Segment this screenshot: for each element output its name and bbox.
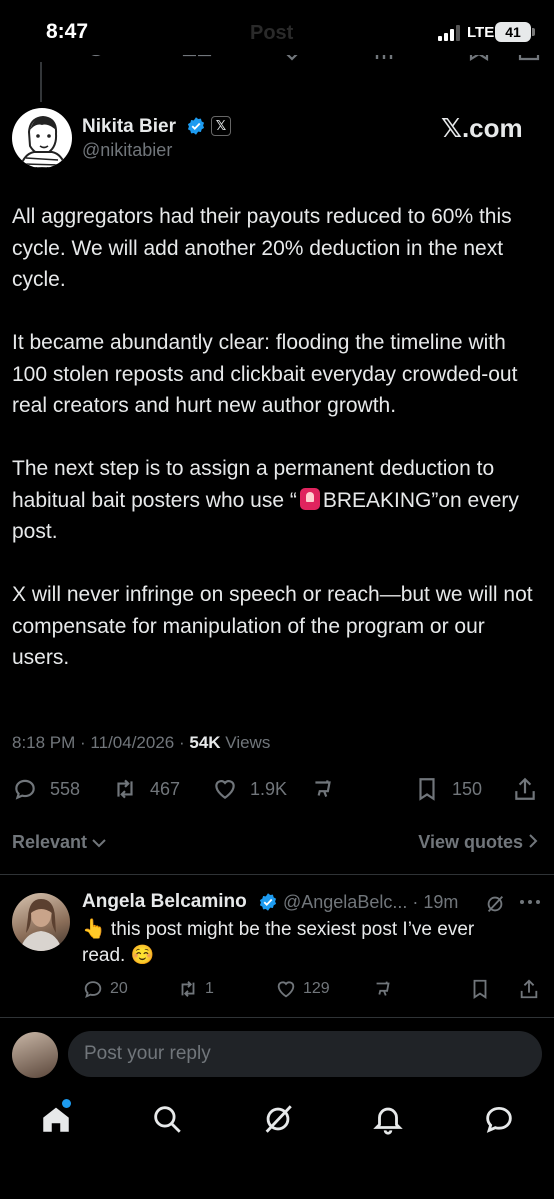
grok-icon xyxy=(376,981,390,996)
tweet-text: All aggregators had their payouts reduce… xyxy=(12,201,542,705)
share-button[interactable] xyxy=(512,774,538,804)
tweet-paragraph: It became abundantly clear: flooding the… xyxy=(12,331,518,417)
reply-button[interactable]: 558 xyxy=(12,774,80,804)
tab-messages[interactable] xyxy=(482,1102,516,1136)
like-icon xyxy=(277,981,295,998)
views-count: 54K xyxy=(189,733,221,752)
grok-button[interactable] xyxy=(372,976,394,1002)
home-unread-dot xyxy=(62,1099,71,1108)
battery-icon: 41 xyxy=(495,22,535,42)
reply-icon xyxy=(15,779,35,800)
affiliation-label[interactable]: 𝕏.com xyxy=(441,113,523,144)
like-icon xyxy=(215,780,235,799)
reply-author-name[interactable]: Angela Belcamino xyxy=(82,891,247,913)
thread-line xyxy=(40,62,42,102)
like-count: 129 xyxy=(303,980,330,997)
my-avatar[interactable] xyxy=(12,1032,58,1078)
reply-composer xyxy=(0,1018,554,1090)
avatar-photo xyxy=(20,899,62,951)
grok-icon[interactable] xyxy=(484,893,506,915)
view-quotes-link[interactable]: View quotes xyxy=(418,832,538,853)
repost-button[interactable]: 467 xyxy=(112,774,180,804)
tab-grok[interactable] xyxy=(261,1102,295,1136)
chevron-right-icon xyxy=(529,834,538,848)
repost-icon xyxy=(182,55,212,57)
bookmark-button[interactable] xyxy=(469,976,491,1002)
reply-input[interactable] xyxy=(68,1031,542,1077)
reply-action-bar: 20 1 129 xyxy=(82,976,542,1002)
views-icon xyxy=(375,55,393,59)
tweet-paragraph: All aggregators had their payouts reduce… xyxy=(12,205,512,291)
repost-button[interactable]: 1 xyxy=(177,976,214,1002)
bookmark-icon xyxy=(473,979,487,999)
siren-icon xyxy=(299,487,320,510)
affiliation-badge-icon: 𝕏 xyxy=(211,116,231,136)
replies-sort-row: Relevant View quotes xyxy=(12,832,542,856)
reply-count: 20 xyxy=(110,980,128,997)
reply-author-handle[interactable]: @AngelaBelc... · 19m xyxy=(283,892,458,913)
reply-icon xyxy=(84,981,102,998)
reply-icon xyxy=(91,55,101,57)
previous-post-actions xyxy=(70,55,550,75)
bookmark-icon xyxy=(469,55,489,61)
author-avatar[interactable] xyxy=(12,108,72,168)
tweet-action-bar: 558 467 1.9K 150 xyxy=(12,774,542,804)
verified-badge-icon xyxy=(259,893,277,911)
sort-dropdown[interactable]: Relevant xyxy=(12,832,106,853)
repost-icon xyxy=(117,779,133,799)
reply-count: 558 xyxy=(50,778,81,799)
tweet-paragraph: X will never infringe on speech or reach… xyxy=(12,583,533,669)
grok-button[interactable] xyxy=(310,774,336,804)
post-time: 8:18 PM xyxy=(12,733,76,752)
notifications-icon xyxy=(373,1107,403,1135)
author-handle[interactable]: @nikitabier xyxy=(82,140,172,161)
like-button[interactable]: 129 xyxy=(275,976,330,1002)
share-button[interactable] xyxy=(518,976,540,1002)
bookmark-icon xyxy=(419,778,435,801)
header-title-faded: Post xyxy=(250,22,294,44)
more-icon[interactable] xyxy=(518,898,542,906)
breaking-word: BREAKING xyxy=(322,488,432,512)
repost-count: 467 xyxy=(150,778,181,799)
divider xyxy=(0,874,554,875)
network-label: LTE xyxy=(467,24,495,41)
bottom-tab-bar xyxy=(0,1090,554,1150)
author-name[interactable]: Nikita Bier xyxy=(82,116,176,138)
reply-button[interactable]: 20 xyxy=(82,976,128,1002)
avatar-illustration xyxy=(18,115,68,168)
sort-label: Relevant xyxy=(12,832,88,852)
signal-icon xyxy=(438,25,460,41)
share-icon xyxy=(518,55,540,61)
like-count: 1.9K xyxy=(250,778,288,799)
like-icon xyxy=(286,55,298,61)
grok-icon xyxy=(315,780,331,797)
reply-author-avatar[interactable] xyxy=(12,893,70,951)
verified-badge-icon xyxy=(187,117,205,135)
tab-notifications[interactable] xyxy=(371,1102,405,1136)
like-button[interactable]: 1.9K xyxy=(212,774,287,804)
share-icon xyxy=(515,777,535,800)
tweet-paragraph: The next step is to assign a permanent d… xyxy=(12,453,542,548)
status-bar: 8:47 Post LTE 41 xyxy=(0,0,554,62)
share-icon xyxy=(520,979,538,999)
chevron-down-icon xyxy=(92,839,106,848)
repost-icon xyxy=(181,981,195,997)
tweet-meta: 8:18 PM · 11/04/2026 · 54K Views xyxy=(12,733,271,752)
tab-search[interactable] xyxy=(150,1102,184,1136)
bookmark-count: 150 xyxy=(452,778,483,799)
views-label: Views xyxy=(225,733,271,752)
reply-text: 👆 this post might be the sexiest post I’… xyxy=(82,919,475,966)
repost-count: 1 xyxy=(205,980,214,997)
post-date: 11/04/2026 xyxy=(90,733,175,752)
search-icon xyxy=(154,1106,181,1133)
bookmark-button[interactable]: 150 xyxy=(414,774,482,804)
grok-icon xyxy=(265,1105,292,1133)
status-time: 8:47 xyxy=(46,20,89,43)
view-quotes-label: View quotes xyxy=(418,832,523,852)
messages-icon xyxy=(486,1106,512,1133)
